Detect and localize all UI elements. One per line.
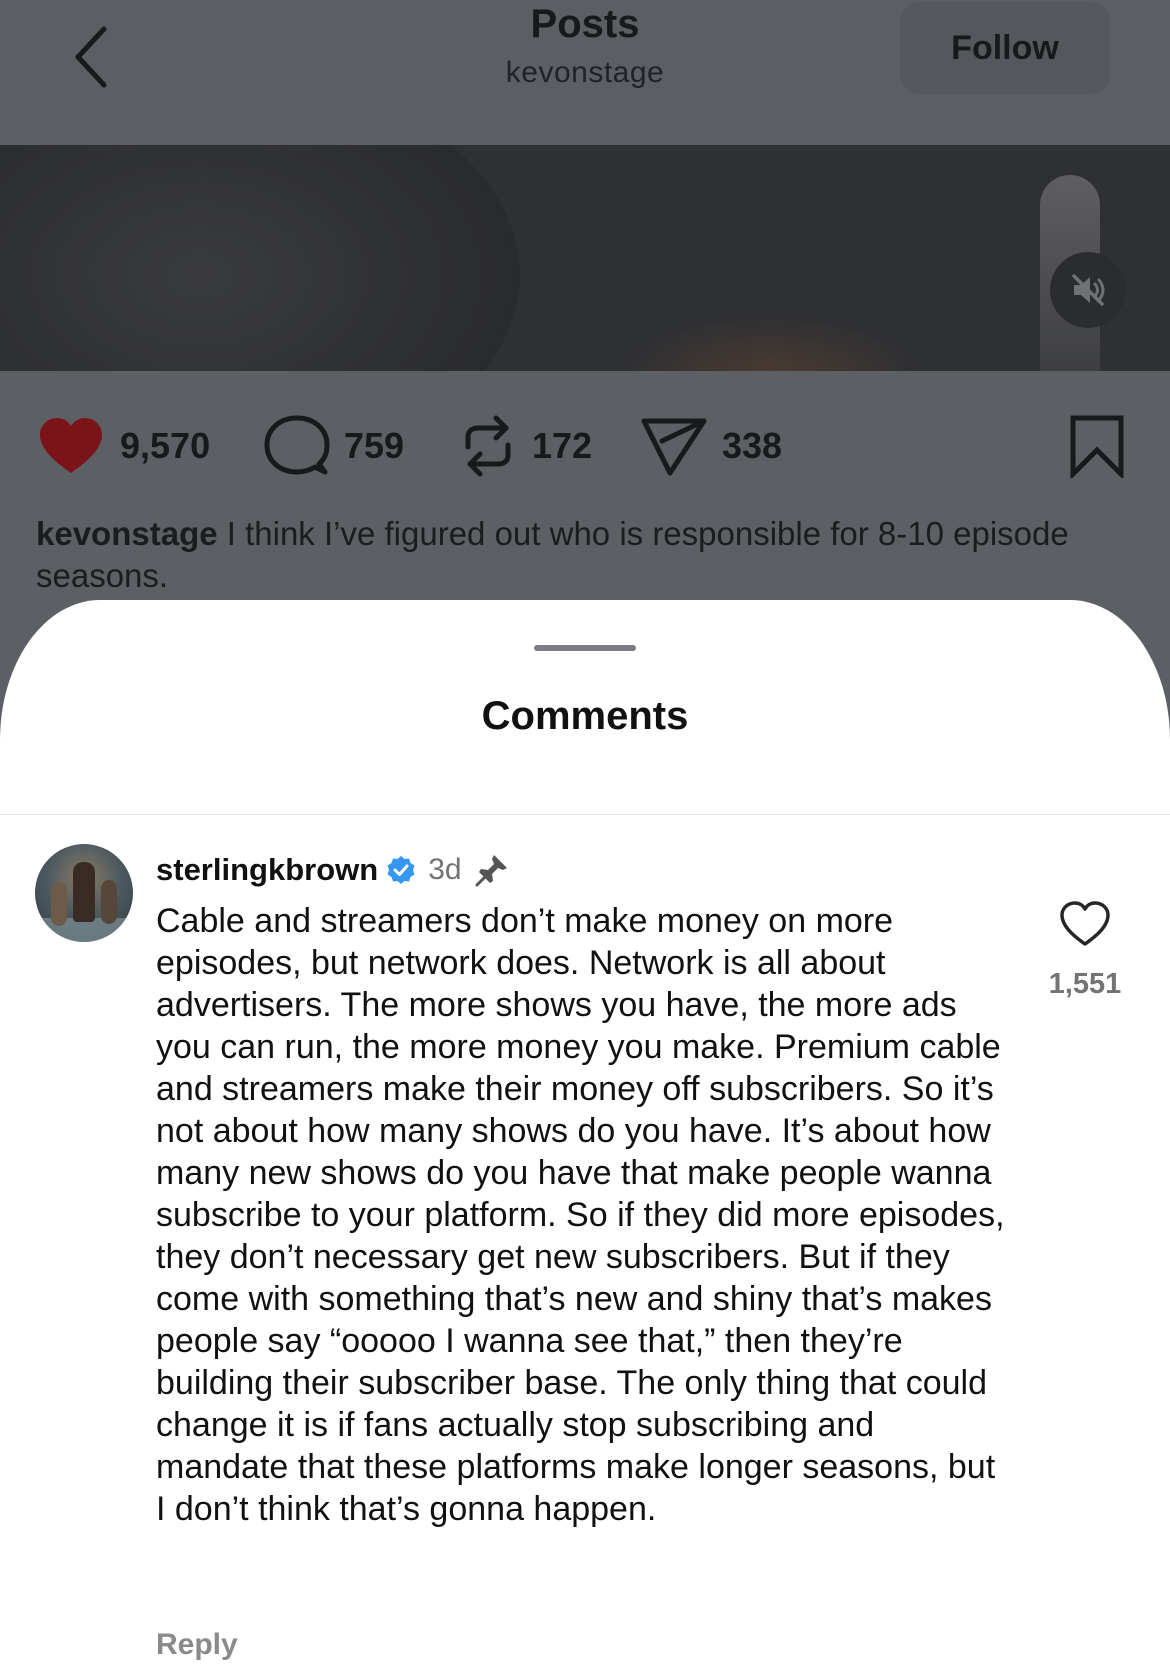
media-highlight bbox=[620, 315, 920, 371]
speaker-muted-icon bbox=[1072, 274, 1105, 306]
comments-sheet: Comments sterlingkbrown 3d Cable and str… bbox=[0, 600, 1170, 1669]
like-count: 9,570 bbox=[120, 425, 211, 466]
post-media[interactable] bbox=[0, 145, 1170, 371]
save-action[interactable] bbox=[1068, 411, 1126, 481]
comment-action[interactable]: 759 bbox=[264, 411, 404, 481]
repost-action[interactable]: 172 bbox=[458, 411, 592, 481]
pin-icon bbox=[474, 852, 510, 888]
heart-outline-icon bbox=[1060, 901, 1110, 946]
comment-header: sterlingkbrown 3d bbox=[156, 848, 510, 892]
paper-plane-icon bbox=[641, 418, 707, 476]
speech-bubble-icon bbox=[264, 415, 330, 475]
avatar-figure bbox=[73, 862, 95, 922]
repost-count: 172 bbox=[532, 425, 593, 466]
caption-username[interactable]: kevonstage bbox=[36, 515, 218, 552]
bookmark-icon bbox=[1070, 415, 1124, 478]
comment-timestamp: 3d bbox=[428, 853, 462, 886]
post-caption: kevonstage I think I’ve figured out who … bbox=[36, 513, 1136, 597]
avatar-figure bbox=[51, 882, 67, 926]
comments-title: Comments bbox=[481, 694, 689, 738]
top-bar: Posts kevonstage Follow bbox=[0, 0, 1170, 145]
share-action[interactable]: 338 bbox=[640, 411, 782, 481]
reply-button[interactable]: Reply bbox=[156, 1628, 238, 1662]
follow-button[interactable]: Follow bbox=[900, 2, 1110, 94]
comment-like-count: 1,551 bbox=[1048, 968, 1122, 1000]
avatar-figure bbox=[101, 880, 117, 924]
comment-text: Cable and streamers don’t make money on … bbox=[156, 902, 1005, 1528]
heart-filled-icon bbox=[40, 418, 102, 473]
share-count: 338 bbox=[722, 425, 783, 466]
comment-like-button[interactable] bbox=[1059, 900, 1111, 948]
comment-count: 759 bbox=[344, 425, 405, 466]
media-shadow bbox=[0, 145, 520, 371]
action-bar: 9,570 759 172 338 bbox=[0, 371, 1170, 491]
like-action[interactable]: 9,570 bbox=[36, 411, 210, 481]
comment-username[interactable]: sterlingkbrown bbox=[156, 852, 378, 888]
avatar[interactable] bbox=[35, 844, 133, 942]
post-page: Posts kevonstage Follow 9,570 759 172 33… bbox=[0, 0, 1170, 1669]
mute-button[interactable] bbox=[1050, 252, 1126, 328]
sheet-divider bbox=[0, 814, 1170, 815]
verified-badge-icon bbox=[386, 855, 416, 885]
repost-arrows-icon bbox=[465, 415, 511, 477]
sheet-drag-handle[interactable] bbox=[534, 645, 636, 651]
